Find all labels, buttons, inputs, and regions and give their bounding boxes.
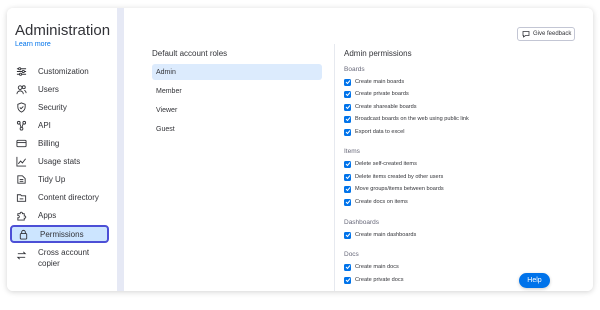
learn-more-link[interactable]: Learn more	[15, 41, 51, 48]
sidebar-item-customization[interactable]: Customization	[10, 62, 109, 80]
permission-label: Create main docs	[355, 264, 399, 270]
checkbox-checked[interactable]	[344, 103, 351, 111]
sidebar-item-usage-stats[interactable]: Usage stats	[10, 152, 109, 170]
sidebar-item-permissions[interactable]: Permissions	[10, 225, 109, 243]
group-title-dashboards: Dashboards	[344, 219, 380, 226]
app-window: Administration Learn more Customization …	[7, 8, 593, 291]
permission-label: Delete items created by other users	[355, 174, 444, 180]
chart-line-icon	[15, 155, 27, 167]
checkbox-checked[interactable]	[344, 263, 351, 271]
puzzle-icon	[15, 209, 27, 221]
permission-label: Create shareable boards	[355, 104, 417, 110]
checkbox-checked[interactable]	[344, 276, 351, 284]
role-item-admin[interactable]: Admin	[152, 64, 322, 80]
sidebar-item-security[interactable]: Security	[10, 98, 109, 116]
group-title-items: Items	[344, 148, 360, 155]
folder-icon	[15, 191, 27, 203]
checkbox-checked[interactable]	[344, 78, 351, 86]
permission-checkbox-row[interactable]: Delete items created by other users	[344, 172, 443, 182]
permission-label: Broadcast boards on the web using public…	[355, 116, 469, 122]
credit-card-icon	[15, 137, 27, 149]
permission-label: Create docs on items	[355, 199, 408, 205]
sidebar-item-api[interactable]: API	[10, 116, 109, 134]
checkbox-checked[interactable]	[344, 198, 351, 206]
users-icon	[15, 83, 27, 95]
api-icon	[15, 119, 27, 131]
sidebar-item-content-directory[interactable]: Content directory	[10, 188, 109, 206]
permission-checkbox-row[interactable]: Export data to excel	[344, 127, 404, 137]
column-divider	[334, 44, 335, 291]
permission-label: Create main dashboards	[355, 232, 417, 238]
permission-checkbox-row[interactable]: Broadcast boards on the web using public…	[344, 114, 469, 124]
role-item-member[interactable]: Member	[152, 83, 322, 99]
checkbox-checked[interactable]	[344, 160, 351, 168]
sidebar-item-label: Cross account copier	[38, 248, 90, 268]
give-feedback-button[interactable]: Give feedback	[517, 27, 575, 41]
sidebar-item-label: Tidy Up	[38, 174, 66, 184]
checkbox-checked[interactable]	[344, 90, 351, 98]
sidebar-item-apps[interactable]: Apps	[10, 206, 109, 224]
checkbox-checked[interactable]	[344, 185, 351, 193]
permissions-title: Admin permissions	[344, 49, 412, 58]
sidebar: Administration Learn more Customization …	[7, 8, 117, 291]
sidebar-item-billing[interactable]: Billing	[10, 134, 109, 152]
permission-checkbox-row[interactable]: Create private boards	[344, 89, 409, 99]
permission-checkbox-row[interactable]: Move groups/items between boards	[344, 184, 444, 194]
group-title-docs: Docs	[344, 251, 359, 258]
sidebar-item-users[interactable]: Users	[10, 80, 109, 98]
sidebar-item-label: Permissions	[40, 229, 84, 239]
permission-checkbox-row[interactable]: Create private docs	[344, 275, 404, 285]
checkbox-checked[interactable]	[344, 128, 351, 136]
permission-checkbox-row[interactable]: Create docs on items	[344, 197, 408, 207]
checkbox-checked[interactable]	[344, 115, 351, 123]
sidebar-item-label: Billing	[38, 138, 60, 148]
shield-icon	[15, 101, 27, 113]
sidebar-item-label: Users	[38, 84, 59, 94]
page-title: Administration	[15, 22, 111, 39]
sidebar-item-label: Apps	[38, 210, 57, 220]
roles-title: Default account roles	[152, 49, 228, 58]
permission-checkbox-row[interactable]: Create shareable boards	[344, 102, 417, 112]
sidebar-divider	[117, 8, 124, 291]
give-feedback-label: Give feedback	[533, 31, 572, 37]
transfer-icon	[15, 249, 27, 261]
sidebar-item-tidy-up[interactable]: Tidy Up	[10, 170, 109, 188]
broom-icon	[15, 173, 27, 185]
permission-checkbox-row[interactable]: Create main dashboards	[344, 230, 416, 240]
role-item-viewer[interactable]: Viewer	[152, 102, 322, 118]
permission-label: Create private boards	[355, 91, 409, 97]
sidebar-item-label: API	[38, 120, 51, 130]
permission-checkbox-row[interactable]: Create main docs	[344, 262, 399, 272]
permission-label: Export data to excel	[355, 129, 405, 135]
permission-label: Move groups/items between boards	[355, 186, 444, 192]
feedback-icon	[522, 30, 530, 38]
permission-checkbox-row[interactable]: Delete self-created items	[344, 159, 417, 169]
sidebar-item-label: Content directory	[38, 192, 99, 202]
help-button[interactable]: Help	[519, 273, 550, 288]
role-item-guest[interactable]: Guest	[152, 121, 322, 137]
group-title-boards: Boards	[344, 66, 365, 73]
sidebar-item-label: Usage stats	[38, 156, 81, 166]
lock-icon	[17, 228, 29, 240]
permission-label: Create private docs	[355, 277, 404, 283]
sliders-icon	[15, 65, 27, 77]
sidebar-item-label: Security	[38, 102, 67, 112]
sidebar-item-cross-account-copier[interactable]: Cross account copier	[10, 245, 109, 271]
sidebar-item-label: Customization	[38, 66, 89, 76]
permission-label: Create main boards	[355, 79, 405, 85]
checkbox-checked[interactable]	[344, 173, 351, 181]
permission-label: Delete self-created items	[355, 161, 417, 167]
permission-checkbox-row[interactable]: Create main boards	[344, 77, 404, 87]
checkbox-checked[interactable]	[344, 231, 351, 239]
main-content: Give feedback Default account roles Admi…	[124, 8, 593, 291]
